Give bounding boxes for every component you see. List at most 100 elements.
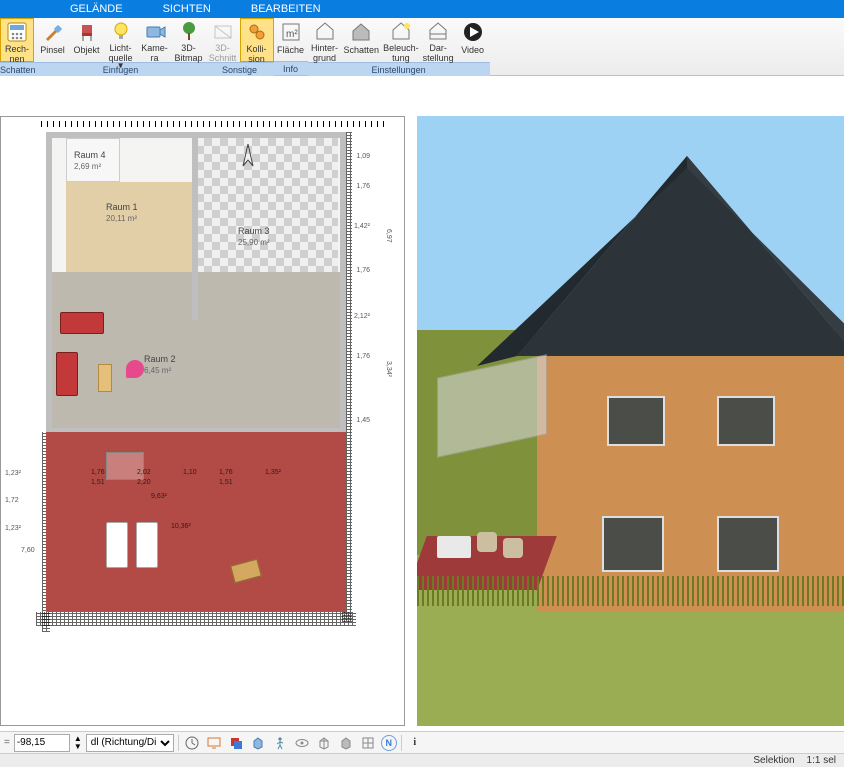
window: [607, 396, 665, 446]
window: [602, 516, 664, 572]
lichtquelle-button[interactable]: Licht- quelle ▼: [104, 18, 138, 62]
room1-floor: [66, 182, 196, 272]
dim: 6,97: [385, 229, 392, 243]
spinner-icon[interactable]: ▲▼: [74, 735, 82, 751]
wall: [192, 132, 198, 320]
menu-bar: GELÄNDE SICHTEN BEARBEITEN: [0, 0, 844, 18]
dim: 1,76: [356, 183, 370, 190]
room2-area: 6,45 m²: [144, 365, 176, 376]
dim: 2,12²: [354, 313, 370, 320]
rechnen-label: Rech- nen: [5, 44, 29, 64]
chair-icon: [75, 20, 99, 44]
direction-select[interactable]: dl (Richtung/Di: [86, 734, 174, 752]
schnitt3d-button[interactable]: 3D- Schnitt: [206, 18, 240, 62]
dropdown-caret-icon: ▼: [117, 61, 125, 71]
dim: 7,60: [21, 547, 35, 554]
lounger1[interactable]: [106, 522, 128, 568]
beanbag[interactable]: [126, 360, 144, 378]
group-einstellungen: Einstellungen: [308, 62, 490, 76]
background-icon: [313, 20, 337, 42]
dim: 1,10: [183, 469, 197, 476]
north-toggle-icon[interactable]: N: [381, 735, 397, 751]
schatten-label: Schatten: [344, 45, 380, 55]
beleuchtung-label: Beleuch- tung: [383, 43, 419, 63]
shadow-icon: [349, 20, 373, 44]
area-icon: m²: [279, 20, 303, 44]
flaeche-label: Fläche: [277, 45, 304, 55]
dim: 1,76: [356, 267, 370, 274]
tree-icon: [177, 20, 201, 42]
outdoor-chair: [503, 538, 523, 558]
eye-icon[interactable]: [293, 734, 311, 752]
kollision-label: Kolli- sion: [247, 44, 267, 64]
shaded-icon[interactable]: [337, 734, 355, 752]
floorplan-view[interactable]: Raum 4 2,69 m² Raum 1 20,11 m² Raum 3 25…: [0, 116, 405, 726]
objekt-button[interactable]: Objekt: [70, 18, 104, 62]
dim: 10,36²: [171, 523, 191, 530]
coffee-table[interactable]: [98, 364, 112, 392]
workspace: Raum 4 2,69 m² Raum 1 20,11 m² Raum 3 25…: [0, 76, 844, 739]
dim: 2,20: [137, 479, 151, 486]
objekt-label: Objekt: [74, 45, 100, 55]
render-view[interactable]: [417, 116, 844, 726]
video-button[interactable]: Video: [456, 18, 490, 62]
north-arrow-icon: [238, 144, 258, 172]
group-schatten: Schatten: [0, 62, 36, 76]
kollision-button[interactable]: Kolli- sion: [240, 18, 274, 62]
darstellung-label: Dar- stellung: [423, 43, 454, 63]
dim: 1,51: [91, 479, 105, 486]
dim: 1,51: [219, 479, 233, 486]
dim: 9,63²: [151, 493, 167, 500]
plan-outline: Raum 4 2,69 m² Raum 1 20,11 m² Raum 3 25…: [46, 132, 346, 612]
bottom-toolbar: = ▲▼ dl (Richtung/Di N i: [0, 731, 844, 753]
room4-label: Raum 4 2,69 m²: [74, 150, 106, 172]
grid-icon[interactable]: [359, 734, 377, 752]
lounger2[interactable]: [136, 522, 158, 568]
darstellung-button[interactable]: Dar- stellung: [421, 18, 456, 62]
rechnen-button[interactable]: Rech- nen: [0, 18, 34, 62]
flaeche-button[interactable]: m² Fläche: [274, 18, 308, 61]
sofa2[interactable]: [56, 352, 78, 396]
kamera-button[interactable]: Kame- ra: [138, 18, 172, 62]
grass-fringe: [417, 576, 844, 606]
monitor-icon[interactable]: [205, 734, 223, 752]
sofa1[interactable]: [60, 312, 104, 334]
beleuchtung-button[interactable]: Beleuch- tung: [381, 18, 421, 62]
bitmap3d-label: 3D- Bitmap: [175, 43, 203, 63]
collision-icon: [245, 21, 269, 43]
brush-icon: [41, 20, 65, 44]
wall: [340, 132, 346, 432]
bitmap3d-button[interactable]: 3D- Bitmap: [172, 18, 206, 62]
video-label: Video: [461, 45, 484, 55]
layers-icon[interactable]: [227, 734, 245, 752]
pinsel-button[interactable]: Pinsel: [36, 18, 70, 62]
menu-bearbeiten[interactable]: BEARBEITEN: [251, 3, 321, 15]
menu-gelaende[interactable]: GELÄNDE: [70, 3, 123, 15]
dim: 3,34²: [385, 361, 392, 377]
info-icon[interactable]: i: [406, 734, 424, 752]
outdoor-table: [437, 536, 471, 558]
room2-label: Raum 2 6,45 m²: [144, 354, 176, 376]
status-scale: 1:1 sel: [807, 755, 836, 766]
schatten-button[interactable]: Schatten: [342, 18, 382, 62]
dim: 1,72: [5, 497, 19, 504]
walk-icon[interactable]: [271, 734, 289, 752]
window: [717, 396, 775, 446]
dim: 2,02: [137, 469, 151, 476]
group-info: Info: [274, 61, 308, 75]
pinsel-label: Pinsel: [40, 45, 65, 55]
outdoor-chair: [477, 532, 497, 552]
clock-icon[interactable]: [183, 734, 201, 752]
wireframe-icon[interactable]: [315, 734, 333, 752]
cube-icon[interactable]: [249, 734, 267, 752]
dim: 1,23²: [5, 470, 21, 477]
coord-input[interactable]: [14, 734, 70, 752]
menu-sichten[interactable]: SICHTEN: [163, 3, 211, 15]
dim: 1,35²: [265, 469, 281, 476]
room4-area: 2,69 m²: [74, 161, 106, 172]
room4-name: Raum 4: [74, 150, 106, 161]
dim: 1,42²: [354, 223, 370, 230]
terrace: [46, 432, 346, 612]
dim: 1,09: [356, 153, 370, 160]
hintergrund-button[interactable]: Hinter- grund: [308, 18, 342, 62]
